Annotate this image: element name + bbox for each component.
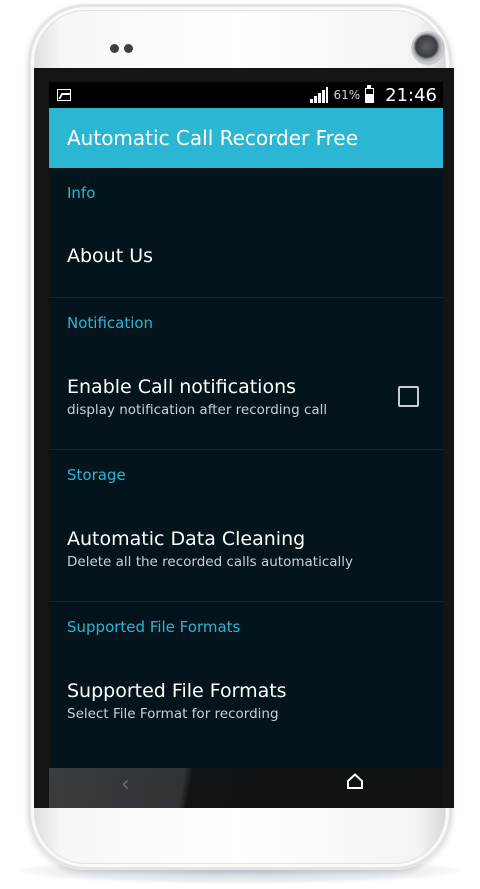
settings-list: Info About Us Notification Enable Call n… bbox=[49, 168, 443, 754]
pref-title: Automatic Data Cleaning bbox=[67, 527, 306, 550]
pref-summary: display notification after recording cal… bbox=[67, 401, 328, 418]
status-bar: 61% 21:46 bbox=[49, 82, 443, 108]
section-header-storage: Storage bbox=[67, 466, 126, 484]
section-header-info: Info bbox=[67, 184, 96, 202]
pref-summary: Select File Format for recording bbox=[67, 706, 279, 722]
app-title: Automatic Call Recorder Free bbox=[67, 126, 359, 150]
notifications-checkbox[interactable] bbox=[398, 386, 419, 407]
home-icon[interactable] bbox=[346, 772, 364, 794]
pref-supported-file-formats[interactable]: Supported File Formats Select File Forma… bbox=[49, 648, 443, 754]
pref-enable-call-notifications[interactable]: Enable Call notifications display notifi… bbox=[49, 344, 443, 450]
signal-icon bbox=[310, 87, 329, 103]
chevron-left-icon[interactable]: ‹ bbox=[121, 772, 130, 797]
pref-automatic-data-cleaning[interactable]: Automatic Data Cleaning Delete all the r… bbox=[49, 496, 443, 602]
pref-about-us[interactable]: About Us bbox=[49, 214, 443, 298]
speaker-dots bbox=[110, 44, 133, 53]
status-clock: 21:46 bbox=[385, 84, 437, 106]
gallery-notification-icon bbox=[57, 89, 71, 101]
app-bar: Automatic Call Recorder Free bbox=[49, 108, 443, 168]
pref-title: Supported File Formats bbox=[67, 680, 287, 702]
battery-icon bbox=[365, 84, 375, 103]
navigation-bar: ‹ bbox=[49, 768, 443, 808]
front-camera bbox=[413, 33, 443, 63]
pref-summary: Delete all the recorded calls automatica… bbox=[67, 553, 354, 570]
section-header-notification: Notification bbox=[67, 314, 154, 332]
battery-percent: 61% bbox=[333, 88, 361, 102]
app-screen: 61% 21:46 Automatic Call Recorder Free I… bbox=[49, 82, 443, 768]
pref-title: About Us bbox=[67, 244, 154, 267]
section-header-supported-file-formats: Supported File Formats bbox=[67, 618, 241, 636]
pref-title: Enable Call notifications bbox=[67, 375, 297, 398]
